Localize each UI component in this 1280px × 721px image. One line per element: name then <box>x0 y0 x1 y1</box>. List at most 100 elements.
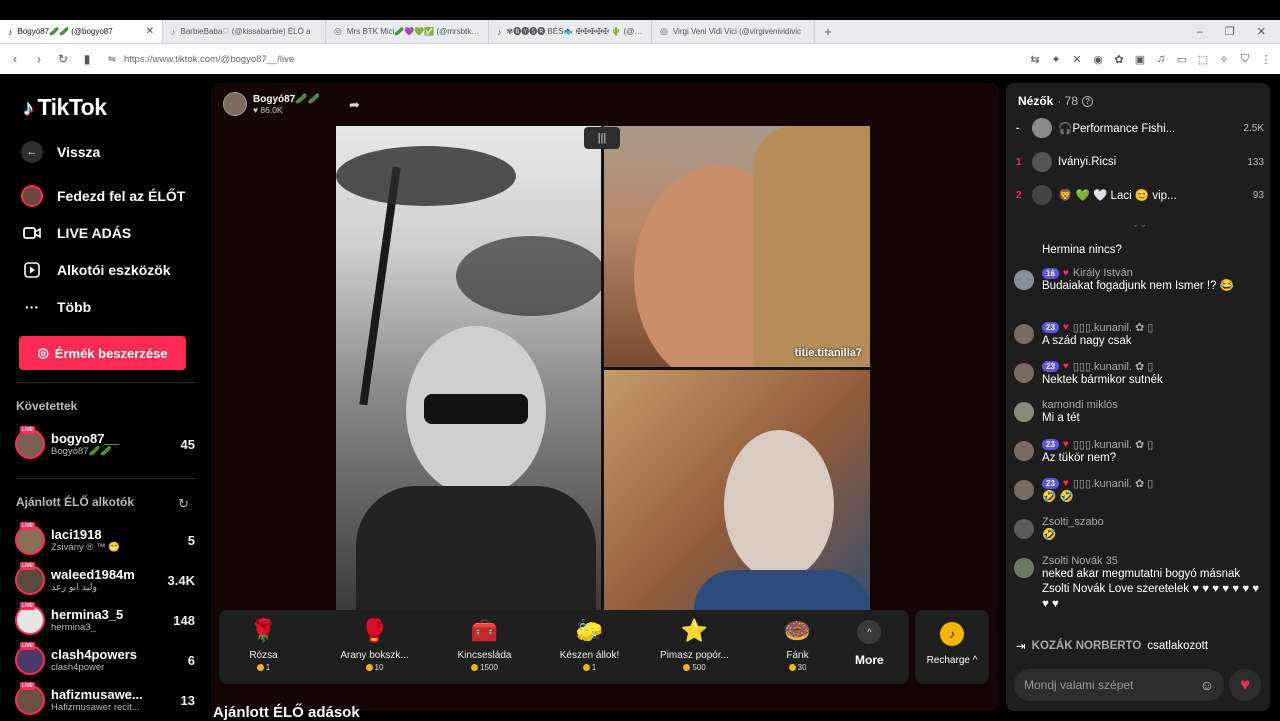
live-badge: LIVE <box>20 682 36 690</box>
price-value: 1 <box>265 663 271 672</box>
menu-icon[interactable]: ⋮ <box>1260 53 1272 66</box>
emoji-icon[interactable]: ☺ <box>1200 677 1214 693</box>
close-window-icon[interactable]: ✕ <box>1257 25 1266 38</box>
message-header: Zsolti_szabo <box>1042 516 1264 528</box>
video-player[interactable]: titie.titanilla7 ||| <box>336 126 870 610</box>
new-tab-button[interactable]: + <box>815 20 841 43</box>
host-avatar[interactable] <box>223 92 247 116</box>
message-user[interactable]: Király István <box>1073 267 1133 279</box>
nav-go-live[interactable]: LIVE ADÁS <box>21 222 131 244</box>
gift-item[interactable]: 🥊 Arany bokszk... 10 <box>327 616 422 672</box>
recommended-creator[interactable]: LIVE waleed1984m وليد ابو رعد 3.4K <box>15 562 195 598</box>
message-user[interactable]: ▯▯▯.kunanil. ✿ ▯ <box>1073 477 1154 490</box>
gift-price: 500 <box>647 663 742 672</box>
avatar: LIVE <box>15 562 45 595</box>
nav-explore-live[interactable]: Fedezd fel az ÉLŐT <box>21 185 185 207</box>
message-user[interactable]: ▯▯▯.kunanil. ✿ ▯ <box>1073 321 1154 334</box>
ai-icon[interactable]: ✧ <box>1218 53 1230 66</box>
chat-message: 23 ♥ ▯▯▯.kunanil. ✿ ▯ Az tükör nem? <box>1014 438 1264 466</box>
message-user[interactable]: Zsolti Novák 35 <box>1042 555 1118 567</box>
recommended-creator[interactable]: LIVE laci1918 Zsivány ® ™ 😁 5 <box>15 522 195 558</box>
followed-creator[interactable]: LIVE bogyo87__ Bogyó87🥒🥒 45 <box>15 426 195 462</box>
shield-icon[interactable]: ⛉ <box>1239 53 1251 66</box>
url-field[interactable]: ⇋ https://www.tiktok.com/@bogyo87__/live <box>104 49 884 69</box>
back-arrow-icon[interactable]: ‹ <box>8 52 22 66</box>
recommended-creator[interactable]: LIVE clash4powers clash4power 6 <box>15 642 195 678</box>
avatar[interactable] <box>1014 519 1034 539</box>
recommended-creator[interactable]: LIVE hafizmusawe... Hafizmusawer recit..… <box>15 682 195 718</box>
tiktok-logo[interactable]: ♪ TikTok <box>23 94 107 121</box>
join-user[interactable]: KOZÁK NORBERTO <box>1032 640 1142 652</box>
gift-item[interactable]: ⭐ Pimasz popór... 500 <box>647 616 742 672</box>
avatar[interactable] <box>1014 324 1034 344</box>
get-coins-button[interactable]: ◎ Érmék beszerzése <box>19 336 186 370</box>
heart-badge-icon: ♥ <box>1062 439 1069 450</box>
gift-item[interactable]: 🌹 Rózsa 1 <box>216 616 311 672</box>
forward-arrow-icon[interactable]: › <box>32 52 46 66</box>
back-label: Vissza <box>57 144 101 160</box>
browser-tab-2[interactable]: ♪ BarbieBaba♡ (@kissabarbie) ÉLŐ a <box>163 20 326 43</box>
more-gifts-button[interactable]: ^ More <box>855 620 884 667</box>
bookmark-icon[interactable]: ▮ <box>80 52 94 66</box>
tiktok-favicon-icon: ♪ <box>8 26 13 37</box>
nav-creator-tools[interactable]: Alkotói eszközök <box>21 259 171 281</box>
avatar[interactable] <box>1014 270 1034 290</box>
avatar[interactable] <box>1014 402 1034 422</box>
extension-icon[interactable]: ♫ <box>1155 53 1167 66</box>
chat-message: 23 ♥ ▯▯▯.kunanil. ✿ ▯ A szád nagy csak <box>1014 321 1264 349</box>
gift-item[interactable]: 🧰 Kincsesláda 1500 <box>437 616 532 672</box>
avatar: LIVE <box>15 642 45 675</box>
wallet-icon[interactable]: ⬚ <box>1197 53 1209 66</box>
top-viewer-row[interactable]: 2 🦁 💚 🤍 Laci 😊 vip... 93 <box>1016 183 1264 207</box>
info-icon[interactable]: ? <box>1082 95 1094 107</box>
top-viewer-row[interactable]: - 🎧Performance Fishi... 2.5K <box>1016 116 1264 140</box>
share-icon[interactable]: ➦ <box>349 97 360 113</box>
minimize-icon[interactable]: – <box>1197 26 1203 38</box>
sponge-icon: 🧽 <box>575 618 604 643</box>
extension-icon[interactable]: ✕ <box>1071 53 1083 66</box>
reload-icon[interactable]: ↻ <box>56 52 70 66</box>
extension-icon[interactable]: ◉ <box>1092 53 1104 66</box>
browser-tab-5[interactable]: ◎ Virgi Veni Vidi Vici (@virgivenividivi… <box>652 20 815 43</box>
restore-icon[interactable]: ❐ <box>1225 25 1235 38</box>
avatar[interactable] <box>1014 441 1034 461</box>
extension-icon[interactable]: ▣ <box>1134 53 1146 66</box>
collapse-viewers-icon[interactable]: ⌄⌄ <box>1132 219 1147 230</box>
browser-tab-4[interactable]: ♪ ✾🅑🅨🅢🅡 BÉS🐟 ✠✠✠✠✠ 🌵 (@csby0 <box>489 20 652 43</box>
message-text: Mi a tét <box>1042 412 1080 424</box>
chat-input-box[interactable]: ☺ <box>1014 669 1224 701</box>
browser-tab-1[interactable]: ♪ Bogyó87🥒🥒 (@bogyo87 ✕ <box>0 20 163 43</box>
gift-item[interactable]: 🍩 Fánk 30 <box>750 616 845 672</box>
extension-icon[interactable]: ✦ <box>1050 53 1062 66</box>
recharge-button[interactable]: ♪ Recharge ^ <box>915 610 989 684</box>
browser-tab-3[interactable]: ◎ Mrs BTK Mici🥒💜💚✅ (@mrsbtk) É <box>326 20 489 43</box>
site-settings-icon[interactable]: ⇋ <box>108 54 116 65</box>
sidebar-toggle-icon[interactable]: ▭ <box>1176 53 1188 66</box>
message-user[interactable]: kamondi miklós <box>1042 399 1118 411</box>
nav-more[interactable]: ··· Több <box>21 296 91 318</box>
site-favicon-icon: ◎ <box>660 26 668 36</box>
close-tab-icon[interactable]: ✕ <box>146 26 154 37</box>
refresh-icon[interactable]: ↻ <box>178 496 189 512</box>
chat-input[interactable] <box>1024 678 1184 692</box>
avatar[interactable] <box>1014 558 1034 578</box>
play-icon <box>21 259 43 281</box>
top-viewer-row[interactable]: 1 Iványi.Ricsi 133 <box>1016 150 1264 174</box>
avatar[interactable] <box>1014 480 1034 500</box>
level-badge: 16 <box>1042 267 1059 279</box>
guest-hair <box>754 126 870 367</box>
message-user[interactable]: ▯▯▯.kunanil. ✿ ▯ <box>1073 438 1154 451</box>
recommended-creator[interactable]: LIVE hermina3_5 hermina3_ 148 <box>15 602 195 638</box>
message-user[interactable]: Zsolti_szabo <box>1042 516 1104 528</box>
back-button[interactable]: ← Vissza <box>21 141 100 163</box>
gift-item[interactable]: 🧽 Készen állok! 1 <box>542 616 637 672</box>
avatar[interactable] <box>1014 363 1034 383</box>
extension-icon[interactable]: ✿ <box>1113 53 1125 66</box>
extension-icon[interactable]: ⇆ <box>1029 53 1041 66</box>
message-text: Hermina nincs? <box>1042 244 1122 256</box>
audio-layout-icon[interactable]: ||| <box>584 127 620 149</box>
host-info[interactable]: Bogyó87🥒🥒 ♥ 86.0K <box>223 92 320 116</box>
like-heart-button[interactable]: ♥ <box>1229 669 1261 701</box>
viewers-header[interactable]: Nézők · 78 ? <box>1018 94 1094 108</box>
message-user[interactable]: ▯▯▯.kunanil. ✿ ▯ <box>1073 360 1154 373</box>
